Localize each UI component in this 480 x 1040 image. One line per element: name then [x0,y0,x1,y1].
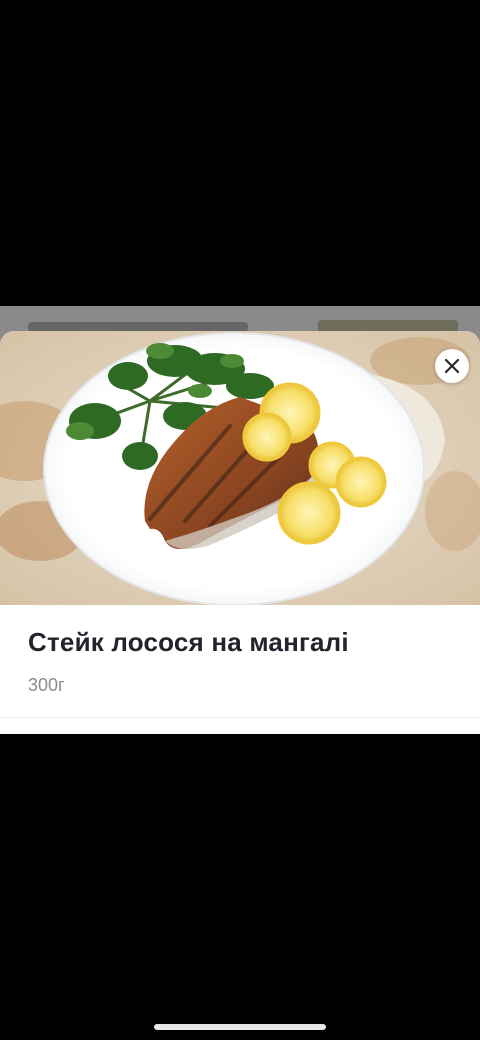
product-title: Стейк лосося на мангалі [28,627,349,657]
dimmed-screen-top [0,0,480,306]
close-button[interactable] [435,349,469,383]
home-indicator[interactable] [154,1024,326,1030]
product-photo [0,331,480,605]
divider [0,717,480,718]
close-icon [444,358,460,374]
product-detail-sheet: Стейк лосося на мангалі 300г [0,331,480,734]
product-weight: 300г [28,675,65,695]
